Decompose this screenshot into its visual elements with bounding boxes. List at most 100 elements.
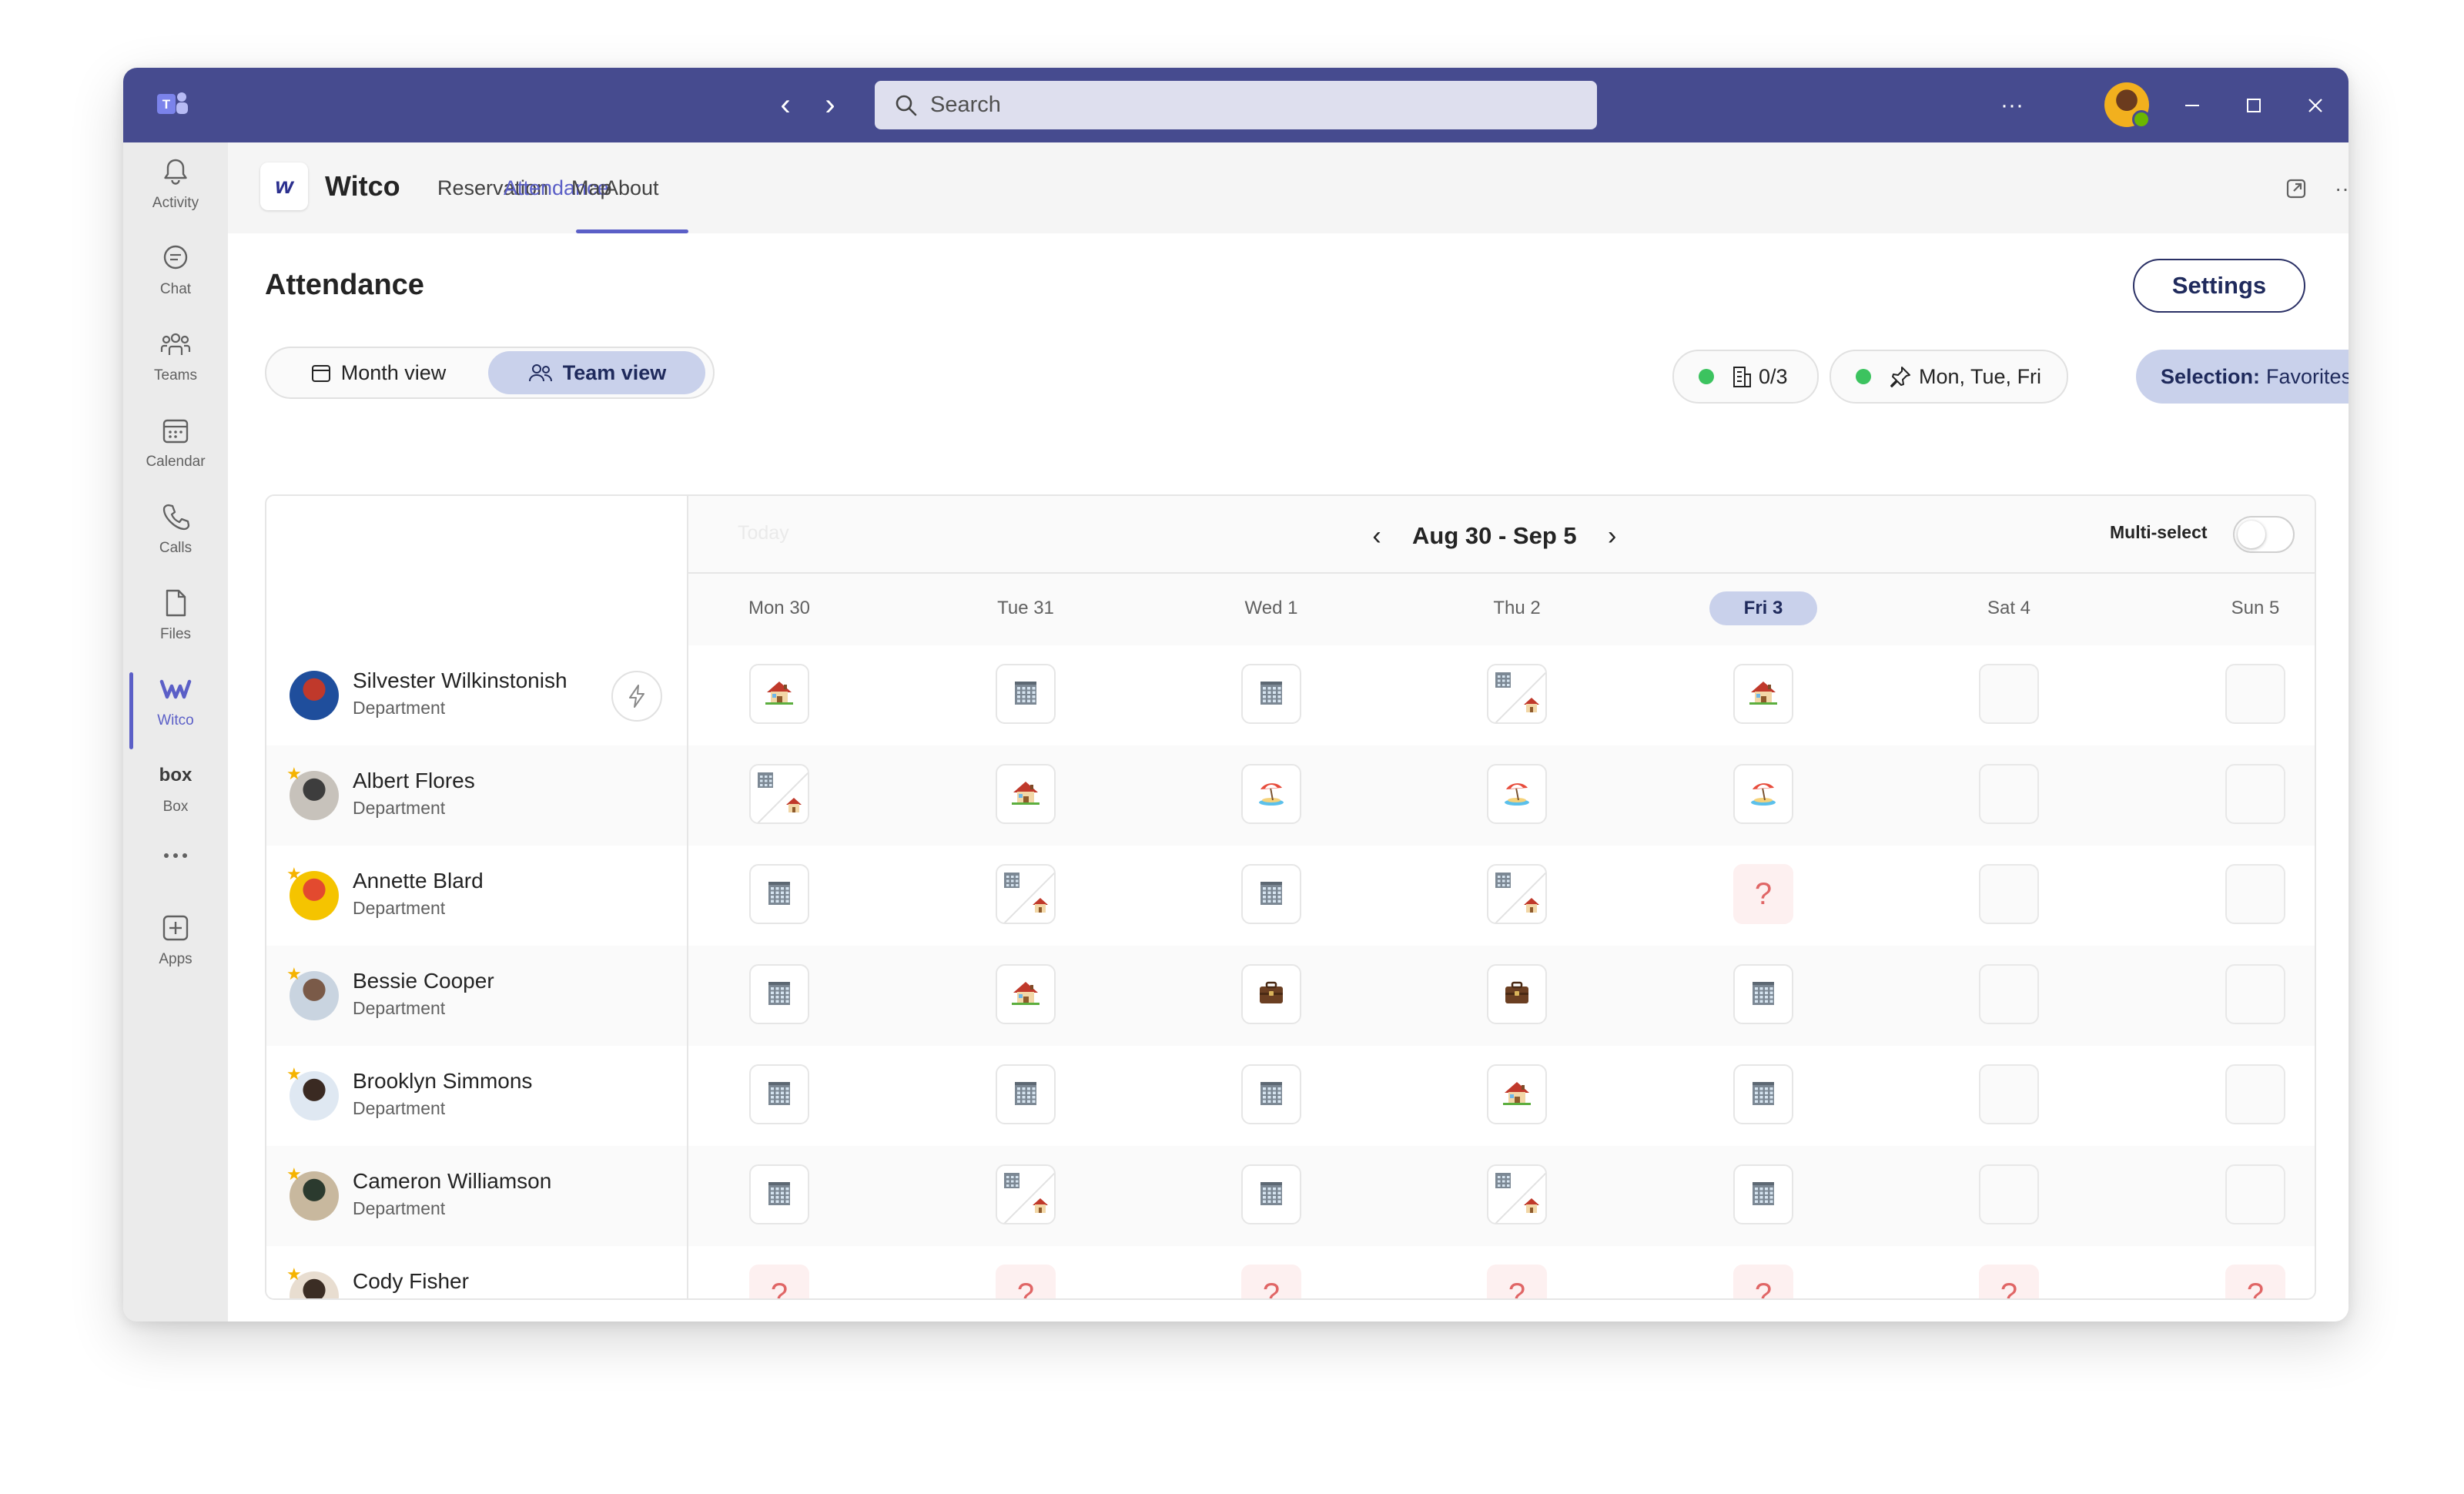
attendance-cell-empty[interactable] bbox=[2225, 664, 2285, 724]
attendance-cell-unknown[interactable]: ? bbox=[996, 1265, 1056, 1298]
attendance-cell-office[interactable] bbox=[1241, 1064, 1301, 1124]
day-label[interactable]: Sat 4 bbox=[1955, 598, 2063, 619]
attendance-cell-split[interactable] bbox=[996, 864, 1056, 924]
attendance-cell-empty[interactable] bbox=[1979, 1064, 2039, 1124]
more-options-icon[interactable]: ··· bbox=[2330, 173, 2348, 204]
attendance-cell-unknown[interactable]: ? bbox=[1241, 1265, 1301, 1298]
attendance-cell-unknown[interactable]: ? bbox=[1979, 1265, 2039, 1298]
favorite-star-icon[interactable]: ★ bbox=[286, 1266, 302, 1283]
attendance-cell-empty[interactable] bbox=[2225, 764, 2285, 824]
days-chip[interactable]: Mon, Tue, Fri bbox=[1830, 350, 2068, 404]
attendance-cell-office[interactable] bbox=[749, 1164, 809, 1224]
attendance-cell-empty[interactable] bbox=[2225, 864, 2285, 924]
selection-dropdown[interactable]: Selection: Favorites bbox=[2136, 350, 2348, 404]
favorite-star-icon[interactable]: ★ bbox=[286, 1066, 302, 1083]
attendance-cell-split[interactable] bbox=[1487, 864, 1547, 924]
month-view-button[interactable]: Month view bbox=[270, 351, 487, 394]
person-name: Bessie Cooper bbox=[353, 969, 494, 993]
attendance-cell-business[interactable] bbox=[1241, 964, 1301, 1024]
rail-item-calendar[interactable]: Calendar bbox=[123, 410, 228, 495]
attendance-cell-split[interactable] bbox=[996, 1164, 1056, 1224]
day-label[interactable]: Mon 30 bbox=[725, 598, 833, 619]
attendance-cell-office[interactable] bbox=[1733, 1164, 1793, 1224]
attendance-cell-unknown[interactable]: ? bbox=[1487, 1265, 1547, 1298]
rail-item-witco[interactable]: Witco bbox=[123, 669, 228, 754]
attendance-cell-empty[interactable] bbox=[1979, 864, 2039, 924]
search-input[interactable] bbox=[929, 92, 1563, 119]
attendance-cell-office[interactable] bbox=[1733, 1064, 1793, 1124]
attendance-cell-vacation[interactable] bbox=[1487, 764, 1547, 824]
rail-item-apps[interactable]: Apps bbox=[123, 908, 228, 993]
attendance-cell-office[interactable] bbox=[749, 864, 809, 924]
rail-item-teams[interactable]: Teams bbox=[123, 324, 228, 409]
rail-item-box[interactable]: box Box bbox=[123, 755, 228, 840]
attendance-cell-home[interactable] bbox=[996, 964, 1056, 1024]
attendance-cell-home[interactable] bbox=[749, 664, 809, 724]
house-icon bbox=[785, 796, 803, 818]
next-week-icon[interactable]: › bbox=[1597, 521, 1628, 551]
attendance-cell-office[interactable] bbox=[749, 1064, 809, 1124]
day-label[interactable]: Sun 5 bbox=[2201, 598, 2309, 619]
attendance-cell-office[interactable] bbox=[749, 964, 809, 1024]
user-avatar[interactable] bbox=[2104, 82, 2151, 129]
attendance-cell-split[interactable] bbox=[749, 764, 809, 824]
close-icon[interactable] bbox=[2296, 86, 2335, 125]
day-label[interactable]: Wed 1 bbox=[1217, 598, 1325, 619]
teams-logo-icon[interactable]: T bbox=[154, 86, 191, 123]
attendance-cell-office[interactable] bbox=[1733, 964, 1793, 1024]
day-label[interactable]: Thu 2 bbox=[1463, 598, 1571, 619]
pop-out-icon[interactable] bbox=[2281, 173, 2312, 204]
attendance-cell-empty[interactable] bbox=[2225, 1064, 2285, 1124]
today-button[interactable]: Today bbox=[738, 522, 789, 544]
attendance-cell-empty[interactable] bbox=[1979, 1164, 2039, 1224]
attendance-cell-business[interactable] bbox=[1487, 964, 1547, 1024]
minimize-icon[interactable] bbox=[2173, 86, 2211, 125]
attendance-cell-empty[interactable] bbox=[2225, 964, 2285, 1024]
multi-select-toggle[interactable] bbox=[2233, 516, 2295, 553]
attendance-cell-unknown[interactable]: ? bbox=[1733, 864, 1793, 924]
rail-item-activity[interactable]: Activity bbox=[123, 152, 228, 236]
attendance-cell-unknown[interactable]: ? bbox=[2225, 1265, 2285, 1298]
attendance-cell-office[interactable] bbox=[1241, 864, 1301, 924]
favorite-star-icon[interactable]: ★ bbox=[286, 866, 302, 883]
settings-button[interactable]: Settings bbox=[2133, 259, 2305, 313]
capacity-chip[interactable]: 0/3 bbox=[1672, 350, 1819, 404]
attendance-cell-split[interactable] bbox=[1487, 664, 1547, 724]
maximize-icon[interactable] bbox=[2235, 86, 2273, 125]
back-arrow-icon[interactable]: ‹ bbox=[768, 88, 802, 122]
attendance-cell-empty[interactable] bbox=[1979, 964, 2039, 1024]
team-view-button[interactable]: Team view bbox=[488, 351, 705, 394]
rail-item-chat[interactable]: Chat bbox=[123, 238, 228, 323]
forward-arrow-icon[interactable]: › bbox=[813, 88, 847, 122]
unknown-status-label: ? bbox=[1754, 1277, 1773, 1300]
attendance-cell-home[interactable] bbox=[1487, 1064, 1547, 1124]
attendance-cell-empty[interactable] bbox=[1979, 664, 2039, 724]
favorite-star-icon[interactable]: ★ bbox=[286, 966, 302, 983]
attendance-cell-split[interactable] bbox=[1487, 1164, 1547, 1224]
rail-item-files[interactable]: Files bbox=[123, 583, 228, 668]
attendance-cell-office[interactable] bbox=[1241, 664, 1301, 724]
rail-item-calls[interactable]: Calls bbox=[123, 497, 228, 581]
attendance-cell-unknown[interactable]: ? bbox=[1733, 1265, 1793, 1300]
tab-about[interactable]: About bbox=[604, 176, 659, 200]
favorite-star-icon[interactable]: ★ bbox=[286, 1166, 302, 1183]
day-label[interactable]: Tue 31 bbox=[972, 598, 1080, 619]
avatar[interactable] bbox=[290, 671, 339, 720]
attendance-cell-vacation[interactable] bbox=[1733, 764, 1793, 824]
current-day-label[interactable]: Fri 3 bbox=[1709, 591, 1817, 625]
attendance-cell-office[interactable] bbox=[1241, 1164, 1301, 1224]
attendance-cell-office[interactable] bbox=[996, 1064, 1056, 1124]
attendance-cell-empty[interactable] bbox=[1979, 764, 2039, 824]
attendance-cell-office[interactable] bbox=[996, 664, 1056, 724]
more-options-icon[interactable]: ··· bbox=[1993, 86, 2031, 125]
rail-item-more[interactable] bbox=[123, 836, 228, 882]
attendance-cell-unknown[interactable]: ? bbox=[749, 1265, 809, 1298]
attendance-cell-home[interactable] bbox=[996, 764, 1056, 824]
favorite-star-icon[interactable]: ★ bbox=[286, 765, 302, 782]
search-bar[interactable] bbox=[875, 81, 1597, 129]
attendance-cell-vacation[interactable] bbox=[1241, 764, 1301, 824]
quick-action-bolt-icon[interactable] bbox=[611, 671, 662, 722]
attendance-cell-empty[interactable] bbox=[2225, 1164, 2285, 1224]
attendance-cell-home[interactable] bbox=[1733, 664, 1793, 724]
previous-week-icon[interactable]: ‹ bbox=[1361, 521, 1392, 551]
